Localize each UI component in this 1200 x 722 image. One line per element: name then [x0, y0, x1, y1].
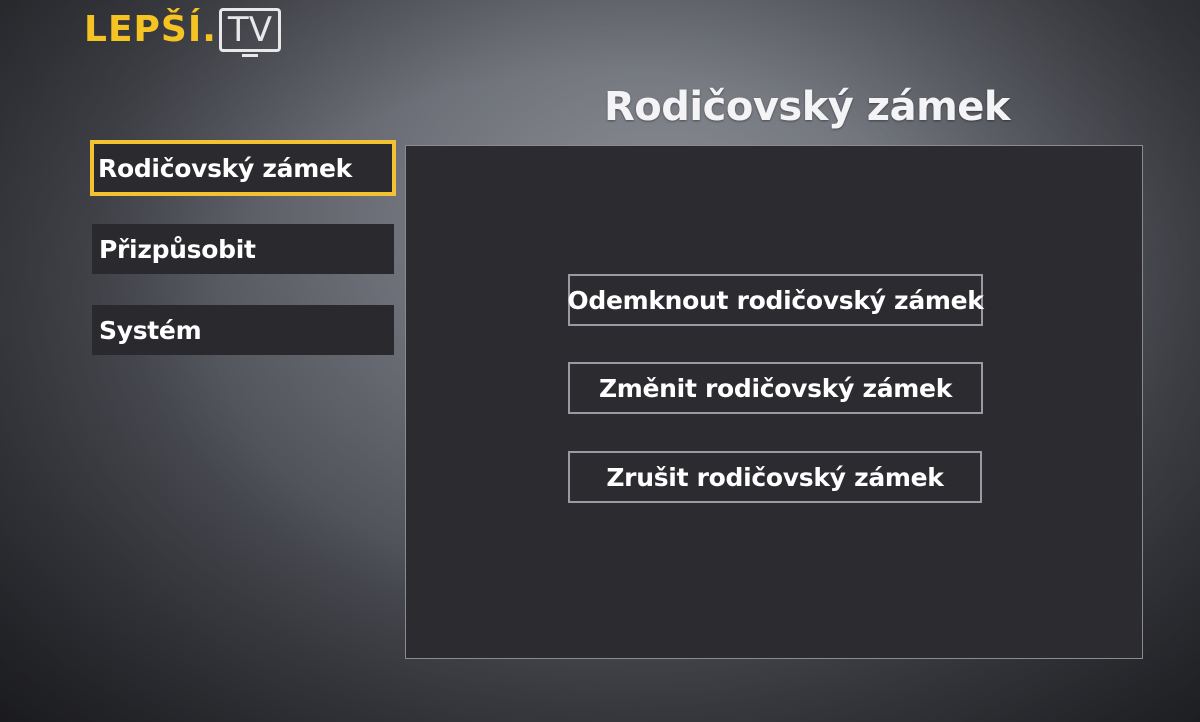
unlock-parental-lock-button[interactable]: Odemknout rodičovský zámek	[567, 274, 984, 326]
content-panel: Odemknout rodičovský zámek Změnit rodičo…	[405, 145, 1143, 659]
menu-item-customize[interactable]: Přizpůsobit	[92, 224, 394, 274]
menu-item-parental-lock[interactable]: Rodičovský zámek	[90, 140, 396, 196]
page-title: Rodičovský zámek	[604, 84, 1010, 130]
menu-item-label: Přizpůsobit	[99, 234, 256, 264]
button-label: Změnit rodičovský zámek	[598, 373, 953, 403]
logo-tv-icon: TV	[218, 8, 281, 57]
brand-logo: LEPŠÍ. TV	[84, 8, 281, 57]
menu-item-label: Systém	[99, 315, 202, 345]
button-label: Odemknout rodičovský zámek	[567, 285, 984, 315]
menu-item-system[interactable]: Systém	[92, 305, 394, 355]
button-label: Zrušit rodičovský zámek	[606, 462, 944, 492]
menu-item-label: Rodičovský zámek	[98, 153, 352, 183]
change-parental-lock-button[interactable]: Změnit rodičovský zámek	[568, 362, 983, 414]
cancel-parental-lock-button[interactable]: Zrušit rodičovský zámek	[568, 451, 982, 503]
logo-text: LEPŠÍ.	[84, 9, 217, 50]
